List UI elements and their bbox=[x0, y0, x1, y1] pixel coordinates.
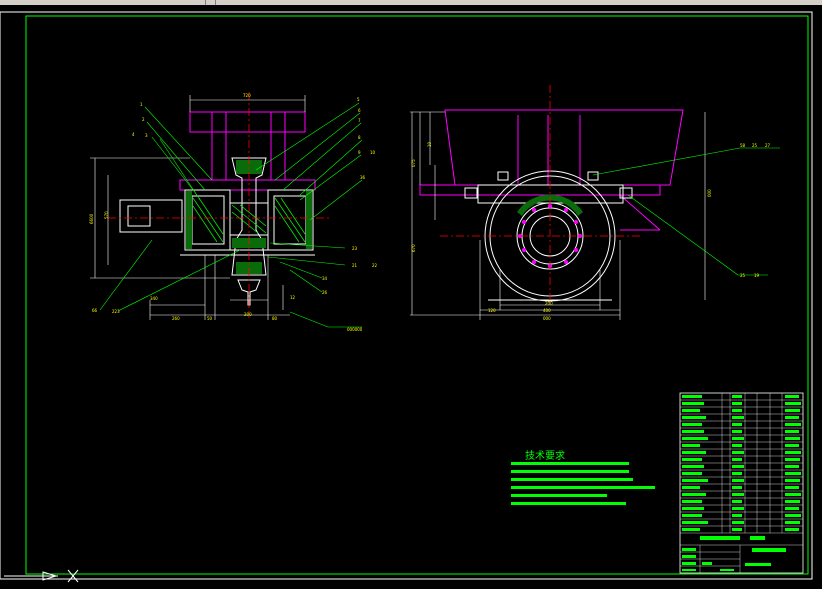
svg-text:8: 8 bbox=[358, 135, 361, 140]
svg-text:4: 4 bbox=[132, 132, 135, 137]
right-annotations: 075 10 670 000 200 400 120 000 58 25 27 2… bbox=[411, 141, 771, 321]
svg-text:12: 12 bbox=[290, 295, 296, 300]
svg-text:6600: 6600 bbox=[89, 213, 94, 224]
svg-text:34: 34 bbox=[322, 276, 328, 281]
left-section-view[interactable]: 720 6600 570 340 260 50 200 80 12 12 43 … bbox=[89, 92, 378, 332]
right-leaders bbox=[592, 147, 780, 276]
svg-text:1: 1 bbox=[140, 102, 143, 107]
svg-text:223: 223 bbox=[112, 309, 120, 314]
tech-title: 技术要求 bbox=[525, 449, 565, 462]
svg-text:570: 570 bbox=[104, 211, 109, 219]
svg-text:3: 3 bbox=[145, 133, 148, 138]
svg-text:19: 19 bbox=[754, 273, 760, 278]
svg-text:200: 200 bbox=[545, 301, 553, 306]
title-block-grid bbox=[680, 393, 803, 573]
svg-text:2: 2 bbox=[142, 117, 145, 122]
tech-text-lines bbox=[511, 462, 655, 505]
right-frame bbox=[419, 109, 684, 231]
left-annotations: 720 6600 570 340 260 50 200 80 12 12 43 … bbox=[89, 93, 378, 332]
svg-text:000: 000 bbox=[543, 316, 551, 321]
svg-text:10: 10 bbox=[427, 141, 432, 147]
svg-text:21: 21 bbox=[352, 263, 358, 268]
sheet-inner-border bbox=[25, 15, 809, 575]
tech-requirements: 技术要求 bbox=[511, 449, 655, 505]
svg-text:7: 7 bbox=[358, 118, 361, 123]
left-frame bbox=[179, 111, 316, 191]
svg-text:400: 400 bbox=[543, 308, 551, 313]
svg-text:23: 23 bbox=[352, 246, 358, 251]
svg-text:66: 66 bbox=[92, 308, 98, 313]
title-block-text bbox=[682, 395, 801, 571]
svg-text:22: 22 bbox=[372, 263, 378, 268]
svg-text:260: 260 bbox=[172, 316, 180, 321]
svg-text:000: 000 bbox=[707, 189, 712, 197]
svg-text:27: 27 bbox=[765, 143, 771, 148]
svg-text:720: 720 bbox=[243, 93, 251, 98]
svg-text:200: 200 bbox=[244, 312, 252, 317]
svg-text:25: 25 bbox=[740, 273, 746, 278]
left-center-lines bbox=[108, 92, 330, 318]
svg-text:36: 36 bbox=[360, 175, 366, 180]
svg-text:26: 26 bbox=[322, 290, 328, 295]
svg-text:075: 075 bbox=[411, 159, 416, 167]
cad-drawing-canvas[interactable]: 720 6600 570 340 260 50 200 80 12 12 43 … bbox=[0, 5, 822, 589]
svg-text:80: 80 bbox=[272, 316, 278, 321]
right-dimensions bbox=[410, 111, 706, 320]
svg-text:9: 9 bbox=[358, 150, 361, 155]
svg-text:58: 58 bbox=[740, 143, 746, 148]
right-elevation-view[interactable]: 075 10 670 000 200 400 120 000 58 25 27 2… bbox=[410, 85, 780, 321]
svg-text:50: 50 bbox=[207, 316, 213, 321]
svg-text:120: 120 bbox=[488, 308, 496, 313]
svg-text:10: 10 bbox=[370, 150, 376, 155]
svg-text:000000: 000000 bbox=[347, 327, 363, 332]
svg-text:340: 340 bbox=[150, 296, 158, 301]
svg-text:5: 5 bbox=[357, 97, 360, 102]
ucs-x-axis-icon bbox=[4, 569, 79, 583]
left-dimensions bbox=[90, 95, 306, 320]
title-block[interactable] bbox=[679, 392, 804, 574]
svg-text:670: 670 bbox=[411, 244, 416, 252]
svg-text:25: 25 bbox=[752, 143, 758, 148]
svg-text:6: 6 bbox=[358, 108, 361, 113]
